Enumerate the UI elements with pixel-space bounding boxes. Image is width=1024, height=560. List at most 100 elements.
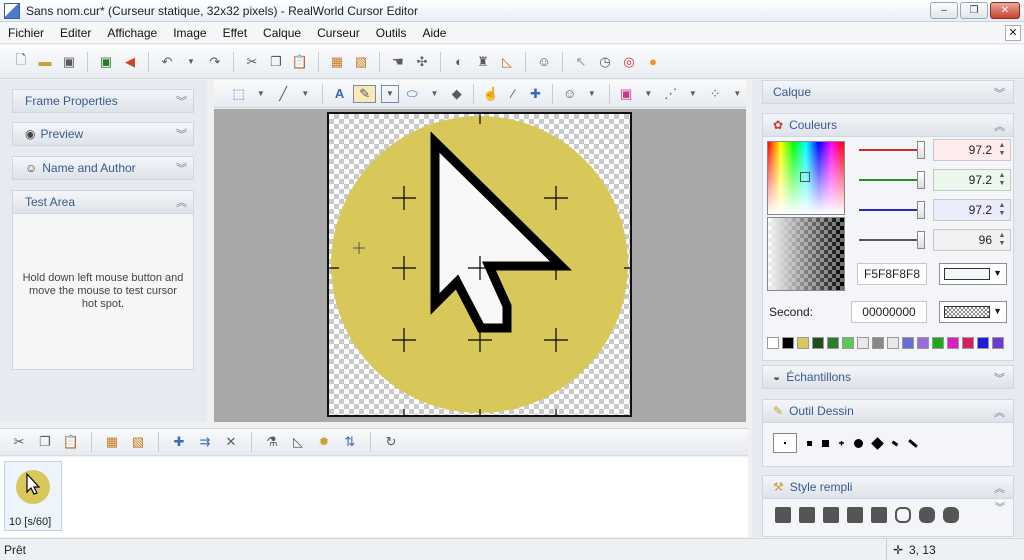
frame-thumbnail[interactable]: 10 [s/60]	[4, 461, 62, 531]
menu-effet[interactable]: Effet	[215, 22, 255, 44]
export-icon[interactable]: ▣	[97, 53, 115, 71]
copy-icon[interactable]: ❐	[267, 53, 285, 71]
test-area-header[interactable]: Test Area ︽	[12, 190, 194, 214]
fill-style-outline-round[interactable]	[895, 507, 911, 523]
brush-size-2[interactable]	[807, 440, 812, 446]
frame-layers-icon[interactable]: ▦	[103, 433, 121, 451]
open-folder-icon[interactable]: ▬	[36, 53, 54, 71]
test-area[interactable]: Hold down left mouse button and move the…	[12, 214, 194, 370]
user-tool-icon[interactable]: ☺	[561, 85, 578, 103]
palette-swatch[interactable]	[872, 337, 884, 349]
red-slider-track[interactable]	[859, 149, 925, 151]
frame-cut-icon[interactable]: ✂	[10, 433, 28, 451]
fill-style-3[interactable]	[823, 507, 839, 523]
refresh-icon[interactable]: ↻	[382, 433, 400, 451]
delete-frame-icon[interactable]: ✕	[222, 433, 240, 451]
palette-swatch[interactable]	[902, 337, 914, 349]
chevron-down-icon[interactable]: ︾	[176, 93, 187, 109]
chevron-up-icon[interactable]: ︽	[176, 194, 187, 210]
menu-curseur[interactable]: Curseur	[309, 22, 368, 44]
hand-icon[interactable]: ☚	[389, 53, 407, 71]
red-value-field[interactable]: 97.2 ▲ ▼	[933, 139, 1011, 161]
new-file-icon[interactable]: 🗋	[12, 52, 30, 71]
chevron-down-icon[interactable]: ︾	[176, 160, 187, 176]
dropdown-icon[interactable]: ▼	[583, 85, 600, 103]
fill-style-filled-round-2[interactable]	[943, 507, 959, 523]
menu-fichier[interactable]: Fichier	[0, 22, 52, 44]
menu-outils[interactable]: Outils	[368, 22, 415, 44]
merge-layers-icon[interactable]: ▧	[352, 53, 370, 71]
ruler-icon[interactable]: ◺	[498, 53, 516, 71]
style-rempli-header[interactable]: ⚒ Style rempli ︽	[762, 475, 1014, 499]
redo-icon[interactable]: ↷	[206, 53, 224, 71]
save-icon[interactable]: ▣	[60, 53, 78, 71]
frame-properties-header[interactable]: Frame Properties ︾	[12, 89, 194, 113]
chevron-up-icon[interactable]: ︽	[994, 404, 1005, 420]
undo-dropdown-icon[interactable]: ▼	[182, 53, 200, 71]
brush-size-plus[interactable]	[839, 440, 844, 446]
chevron-down-icon[interactable]: ︾	[995, 499, 1005, 514]
primary-color-combo[interactable]: ▼	[939, 263, 1007, 285]
color-spectrum[interactable]	[767, 141, 845, 215]
palette-swatch[interactable]	[917, 337, 929, 349]
hotspot-icon[interactable]: ✣	[413, 53, 431, 71]
paste-icon[interactable]: 📋	[291, 53, 309, 71]
chevron-down-icon[interactable]: ︾	[994, 370, 1005, 386]
menu-editer[interactable]: Editer	[52, 22, 99, 44]
dropdown-icon[interactable]: ▼	[684, 85, 701, 103]
cut-icon[interactable]: ✂	[243, 53, 261, 71]
green-slider-track[interactable]	[859, 179, 925, 181]
text-tool-icon[interactable]: A	[331, 85, 348, 103]
chevron-down-icon[interactable]: ▼	[993, 268, 1002, 278]
alpha-value-field[interactable]: 96 ▲ ▼	[933, 229, 1011, 251]
layers-icon[interactable]: ▦	[328, 53, 346, 71]
dropdown-icon[interactable]: ▼	[252, 85, 269, 103]
flame-icon[interactable]: ●	[644, 53, 662, 71]
fill-style-1[interactable]	[775, 507, 791, 523]
calque-header[interactable]: Calque ︾	[762, 80, 1014, 104]
smudge-tool-icon[interactable]: ☝	[482, 85, 499, 103]
palette-swatch[interactable]	[947, 337, 959, 349]
menu-calque[interactable]: Calque	[255, 22, 309, 44]
alpha-slider-track[interactable]	[859, 239, 925, 241]
menu-affichage[interactable]: Affichage	[99, 22, 165, 44]
ellipse-tool-icon[interactable]: ⬭	[404, 85, 421, 103]
frame-effect-icon[interactable]: ⚗	[263, 433, 281, 451]
brush-size-round[interactable]	[854, 438, 863, 448]
palette-swatch[interactable]	[977, 337, 989, 349]
color-picker-marker[interactable]	[800, 172, 810, 182]
palette-swatch[interactable]	[932, 337, 944, 349]
dropdown-icon[interactable]: ▼	[729, 85, 746, 103]
dropdown-icon[interactable]: ▼	[426, 85, 443, 103]
close-button[interactable]: ✕	[990, 2, 1020, 19]
blue-slider-track[interactable]	[859, 209, 925, 211]
spin-arrows-icon[interactable]: ▲ ▼	[996, 142, 1008, 158]
palette-swatch[interactable]	[992, 337, 1004, 349]
pencil-tool-icon[interactable]: ✎	[353, 84, 377, 103]
spin-arrows-icon[interactable]: ▲ ▼	[996, 232, 1008, 248]
spin-arrows-icon[interactable]: ▲ ▼	[996, 202, 1008, 218]
palette-swatch[interactable]	[782, 337, 794, 349]
green-value-field[interactable]: 97.2 ▲ ▼	[933, 169, 1011, 191]
sound-icon[interactable]: ◀	[121, 53, 139, 71]
line-style-icon[interactable]: ⋰	[662, 85, 679, 103]
palette-swatch[interactable]	[797, 337, 809, 349]
palette-swatch[interactable]	[812, 337, 824, 349]
brush-size-3[interactable]	[822, 439, 829, 447]
palette-swatch[interactable]	[857, 337, 869, 349]
palette-swatch[interactable]	[767, 337, 779, 349]
frame-ruler-icon[interactable]: ◺	[289, 433, 307, 451]
red-slider-thumb[interactable]	[917, 141, 925, 159]
duplicate-frame-icon[interactable]: ⇉	[196, 433, 214, 451]
brush-size-1[interactable]	[773, 433, 797, 453]
brush-size-diag-large[interactable]	[908, 438, 918, 448]
primary-hex-field[interactable]: F5F8F8F8	[857, 263, 927, 285]
contrast-icon[interactable]: ◐	[450, 53, 468, 71]
menu-image[interactable]: Image	[165, 22, 214, 44]
close-document-button[interactable]: ✕	[1005, 25, 1021, 41]
brush-size-diamond[interactable]	[871, 436, 884, 450]
pointer-icon[interactable]: ↖	[572, 53, 590, 71]
lifebuoy-icon[interactable]: ◎	[620, 53, 638, 71]
spin-arrows-icon[interactable]: ▲ ▼	[996, 172, 1008, 188]
fill-style-4[interactable]	[847, 507, 863, 523]
